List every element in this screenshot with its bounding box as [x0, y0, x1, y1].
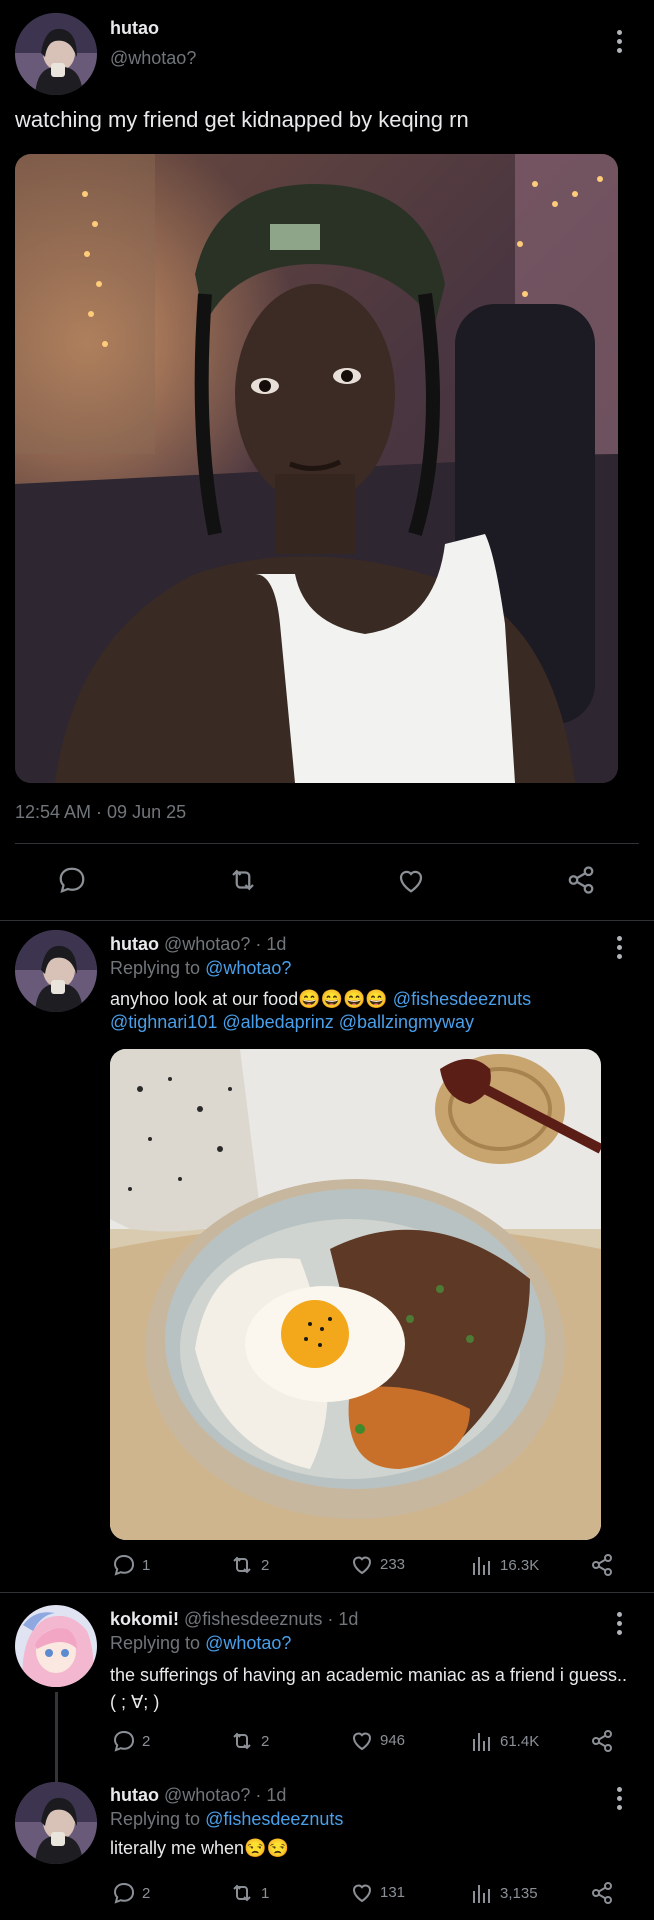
retweet-button[interactable]: [227, 865, 259, 900]
author-handle[interactable]: @whotao?: [110, 48, 196, 69]
views-icon: [473, 1885, 490, 1903]
reply-text-line: the sufferings of having an academic man…: [110, 1665, 627, 1685]
reply-photo[interactable]: [110, 1049, 601, 1540]
replying-label: Replying to: [110, 1633, 206, 1653]
mention-link[interactable]: @tighnari101: [110, 1012, 217, 1032]
reply-header: hutao @whotao? · 1d: [110, 1785, 286, 1806]
share-icon: [568, 866, 594, 894]
comment-icon: [59, 867, 85, 894]
views-button[interactable]: 16.3K: [472, 1553, 539, 1577]
retweet-button[interactable]: 2: [229, 1553, 269, 1577]
share-button[interactable]: [590, 1881, 614, 1905]
reply-avatar[interactable]: [15, 1605, 97, 1687]
retweet-count: 1: [261, 1884, 270, 1902]
like-icon: [352, 1556, 372, 1575]
reply-text-line: ( ; ∀; ): [110, 1692, 160, 1712]
reply-avatar[interactable]: [15, 1782, 97, 1864]
views-icon: [473, 1733, 490, 1751]
like-icon: [352, 1884, 372, 1903]
reply-button[interactable]: 2: [112, 1881, 150, 1905]
replying-label: Replying to: [110, 1809, 206, 1829]
share-icon: [592, 1882, 612, 1904]
retweet-icon: [233, 1732, 251, 1750]
reply-count: 2: [142, 1732, 151, 1750]
mention-link[interactable]: @ballzingmyway: [339, 1012, 474, 1032]
reply-count: 2: [142, 1884, 151, 1902]
reply-text-body: anyhoo look at our food😄😄😄😄: [110, 989, 393, 1009]
divider: [0, 1592, 654, 1593]
like-icon: [352, 1732, 372, 1751]
tweet-text: watching my friend get kidnapped by keqi…: [15, 107, 469, 132]
tweet-photo[interactable]: [15, 154, 618, 783]
author-avatar[interactable]: [15, 13, 97, 95]
replying-to-link[interactable]: @whotao?: [205, 1633, 291, 1653]
share-button[interactable]: [590, 1729, 614, 1753]
reply-button[interactable]: 2: [112, 1729, 150, 1753]
like-count: 946: [380, 1731, 406, 1749]
retweet-icon: [232, 869, 254, 891]
more-options-icon[interactable]: [617, 30, 623, 53]
replying-to-line: Replying to @whotao?: [110, 958, 291, 979]
retweet-icon: [233, 1884, 251, 1902]
retweet-count: 2: [261, 1732, 270, 1750]
views-button[interactable]: 61.4K: [472, 1729, 539, 1753]
reply-button[interactable]: 1: [112, 1553, 150, 1577]
retweet-button[interactable]: 2: [229, 1729, 269, 1753]
like-icon: [399, 870, 423, 893]
like-count: 131: [380, 1883, 406, 1901]
reply-text: literally me when😒😒: [110, 1838, 289, 1858]
retweet-icon: [233, 1556, 251, 1574]
like-button[interactable]: 131: [350, 1881, 405, 1903]
reply-author-name[interactable]: hutao: [110, 1785, 159, 1805]
comment-icon: [113, 1730, 135, 1752]
comment-icon: [113, 1882, 135, 1904]
reply-avatar[interactable]: [15, 930, 97, 1012]
like-button[interactable]: 233: [350, 1553, 405, 1575]
view-count: 61.4K: [500, 1732, 540, 1750]
view-count: 16.3K: [500, 1556, 540, 1574]
more-options-icon[interactable]: [617, 1787, 623, 1810]
mention-link[interactable]: @fishesdeeznuts: [393, 989, 531, 1009]
reply-author-name[interactable]: hutao: [110, 934, 159, 954]
reply-author-name[interactable]: kokomi!: [110, 1609, 179, 1629]
reply-count: 1: [142, 1556, 151, 1574]
author-name[interactable]: hutao: [110, 18, 159, 39]
view-count: 3,135: [500, 1884, 538, 1902]
replying-to-line: Replying to @fishesdeeznuts: [110, 1809, 343, 1830]
replying-to-link[interactable]: @fishesdeeznuts: [205, 1809, 343, 1829]
replying-to-link[interactable]: @whotao?: [205, 958, 291, 978]
reply-text: anyhoo look at our food😄😄😄😄 @fishesdeezn…: [110, 988, 630, 1034]
like-button[interactable]: [396, 866, 426, 899]
comment-button[interactable]: [57, 865, 87, 900]
views-icon: [473, 1557, 490, 1575]
more-options-icon[interactable]: [617, 1612, 623, 1635]
share-button[interactable]: [590, 1553, 614, 1577]
mention-link[interactable]: @albedaprinz: [222, 1012, 333, 1032]
reply-header: hutao @whotao? · 1d: [110, 934, 286, 955]
reply-handle-time[interactable]: @fishesdeeznuts · 1d: [184, 1609, 358, 1629]
reply-handle-time[interactable]: @whotao? · 1d: [164, 934, 286, 954]
comment-icon: [113, 1554, 135, 1576]
reply-handle-time[interactable]: @whotao? · 1d: [164, 1785, 286, 1805]
share-icon: [592, 1554, 612, 1576]
divider: [0, 920, 654, 921]
views-button[interactable]: 3,135: [472, 1881, 538, 1905]
like-button[interactable]: 946: [350, 1729, 405, 1751]
thread-line: [55, 1692, 58, 1782]
replying-label: Replying to: [110, 958, 206, 978]
reply-text: the sufferings of having an academic man…: [110, 1662, 645, 1716]
share-button[interactable]: [566, 865, 596, 900]
more-options-icon[interactable]: [617, 936, 623, 959]
retweet-button[interactable]: 1: [229, 1881, 269, 1905]
tweet-timestamp: 12:54 AM · 09 Jun 25: [15, 802, 187, 822]
share-icon: [592, 1730, 612, 1752]
retweet-count: 2: [261, 1556, 270, 1574]
divider: [15, 843, 639, 844]
reply-header: kokomi! @fishesdeeznuts · 1d: [110, 1609, 358, 1630]
like-count: 233: [380, 1555, 406, 1573]
replying-to-line: Replying to @whotao?: [110, 1633, 291, 1654]
